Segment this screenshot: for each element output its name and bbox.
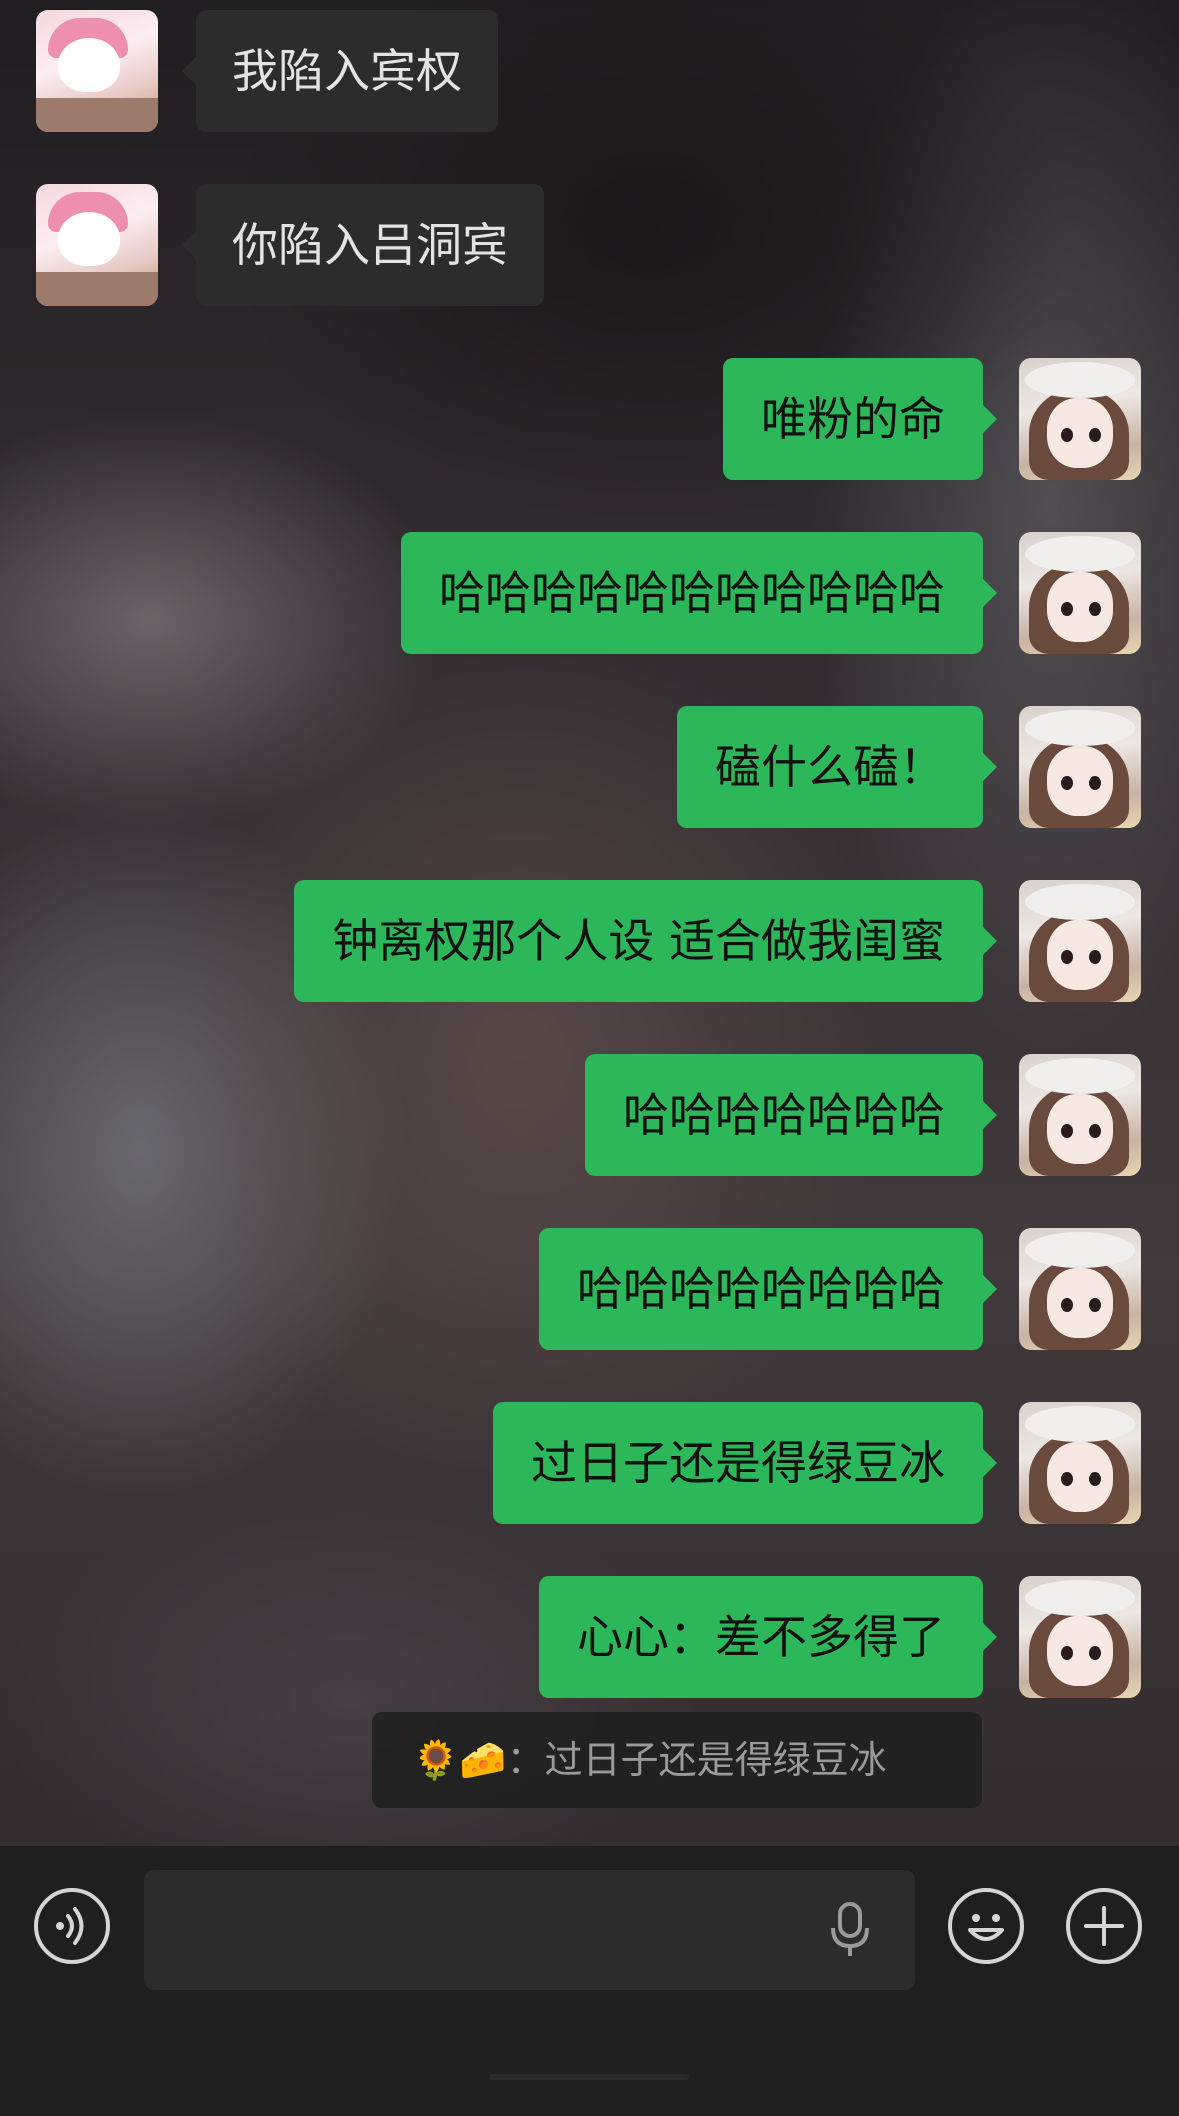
message-bubble[interactable]: 哈哈哈哈哈哈哈 [585, 1054, 997, 1176]
message-bubble[interactable]: 钟离权那个人设 适合做我闺蜜 [294, 880, 997, 1002]
self-avatar[interactable] [1019, 1402, 1141, 1524]
message-bubble[interactable]: 我陷入宾权 [182, 10, 498, 132]
microphone-icon[interactable] [825, 1900, 875, 1960]
peer-avatar[interactable] [36, 184, 158, 306]
self-avatar[interactable] [1019, 1228, 1141, 1350]
message-bubble[interactable]: 心心：差不多得了 [539, 1576, 997, 1698]
home-indicator [489, 2074, 689, 2080]
message-bubble[interactable]: 你陷入吕洞宾 [182, 184, 544, 306]
message-bubble[interactable]: 磕什么磕！ [677, 706, 997, 828]
self-avatar[interactable] [1019, 1576, 1141, 1698]
quote-text: ：过日子还是得绿豆冰 [506, 1738, 887, 1782]
voice-wave-icon [56, 1907, 84, 1945]
self-avatar[interactable] [1019, 1054, 1141, 1176]
quoted-message[interactable]: 🌻🧀：过日子还是得绿豆冰 [372, 1712, 982, 1808]
self-avatar[interactable] [1019, 358, 1141, 480]
peer-avatar[interactable] [36, 10, 158, 132]
message-bubble[interactable]: 哈哈哈哈哈哈哈哈 [539, 1228, 997, 1350]
self-avatar[interactable] [1019, 706, 1141, 828]
emoji-button[interactable] [948, 1888, 1024, 1964]
quote-sender-emoji: 🌻🧀 [412, 1738, 507, 1782]
input-bar [0, 1846, 1179, 2116]
more-actions-button[interactable] [1066, 1888, 1142, 1964]
self-avatar[interactable] [1019, 532, 1141, 654]
smiley-icon [968, 1914, 1004, 1941]
plus-icon [1084, 1906, 1124, 1946]
message-bubble[interactable]: 哈哈哈哈哈哈哈哈哈哈哈 [401, 532, 997, 654]
message-bubble[interactable]: 过日子还是得绿豆冰 [493, 1402, 997, 1524]
voice-toggle-button[interactable] [34, 1888, 110, 1964]
message-input[interactable] [144, 1870, 915, 1990]
chat-screen: 我陷入宾权 你陷入吕洞宾 唯粉的命 哈哈哈哈哈哈哈哈哈哈哈 磕什么磕！ 钟离权那… [0, 0, 1179, 2116]
self-avatar[interactable] [1019, 880, 1141, 1002]
message-bubble[interactable]: 唯粉的命 [723, 358, 997, 480]
